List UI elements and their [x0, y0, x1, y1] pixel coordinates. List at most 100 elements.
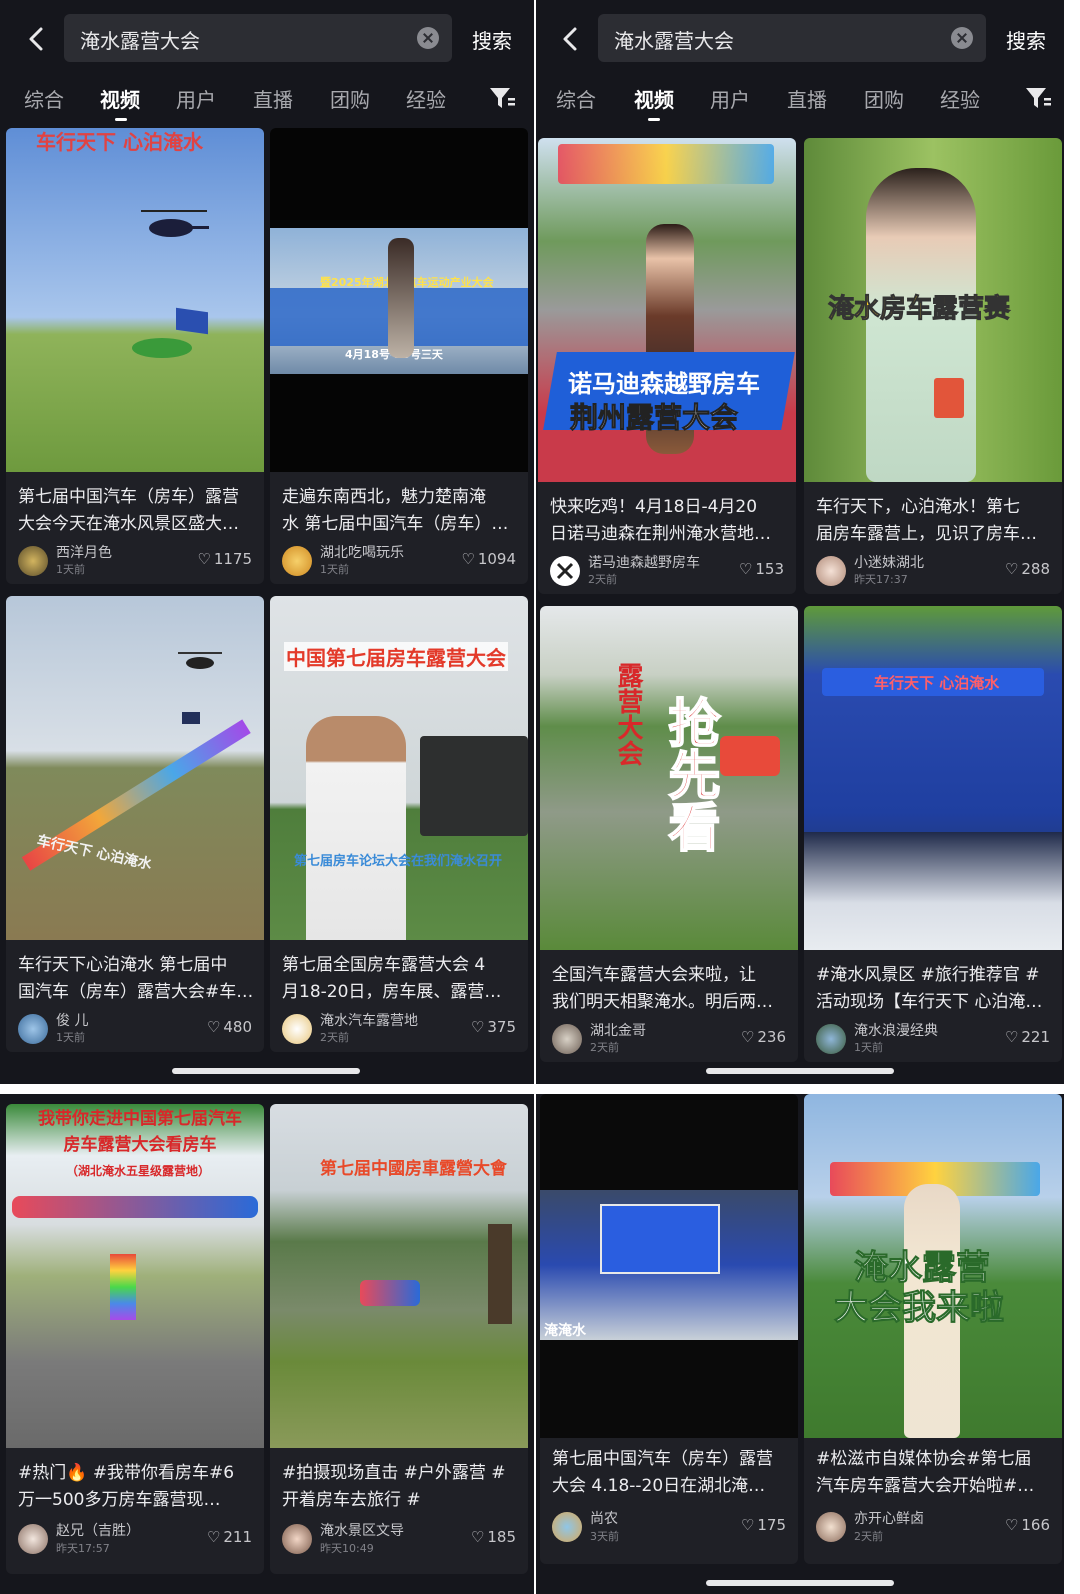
tab-group-buy[interactable]: 团购 [330, 84, 370, 113]
author-avatar[interactable] [18, 546, 48, 576]
author-name[interactable]: 俊 儿 [56, 1010, 88, 1030]
author-avatar[interactable] [282, 1524, 312, 1554]
video-card[interactable]: 淹水房车露营赛 车行天下，心泊淹水！第七 届房车露营上，见识了房车… 小迷妹湖北… [804, 138, 1062, 594]
video-card[interactable]: 车行天下 心泊淹水 #淹水风景区 #旅行推荐官 # 活动现场【车行天下 心泊淹…… [804, 606, 1062, 1062]
video-card[interactable]: 暨2025年湖北省汽车运动产业大会 4月18号-20号三天 走遍东南西北，魅力楚… [270, 128, 528, 584]
video-card[interactable]: 淹水露营 大会我来啦 #松滋市自媒体协会#第七届 汽车房车露营大会开始啦#… 亦… [804, 1094, 1062, 1564]
post-time: 2天前 [590, 1041, 619, 1054]
author-avatar[interactable] [282, 1014, 312, 1044]
back-arrow-icon[interactable] [556, 24, 586, 54]
search-input[interactable]: 淹水露营大会 [598, 14, 986, 62]
author-avatar[interactable] [816, 556, 846, 586]
video-card[interactable]: 车行天下 心泊淹水 第七届中国汽车（房车）露营 大会今天在淹水风景区盛大… 西洋… [6, 128, 264, 584]
tab-users[interactable]: 用户 [710, 84, 750, 113]
author-name[interactable]: 西洋月色 [56, 542, 112, 562]
back-arrow-icon[interactable] [22, 24, 52, 54]
tab-video[interactable]: 视频 [634, 84, 674, 113]
author-avatar[interactable] [552, 1024, 582, 1054]
video-title: 第七届中国汽车（房车）露营 大会 4.18--20日在湖北淹… [552, 1449, 773, 1496]
heart-icon: ♡ [206, 1018, 221, 1036]
search-button[interactable]: 搜索 [472, 25, 512, 54]
author-avatar[interactable] [816, 1512, 846, 1542]
author-name[interactable]: 尚农 [590, 1508, 618, 1528]
video-thumbnail: 中国第七届房车露营大会 第七届房车论坛大会在我们淹水召开 [270, 596, 528, 940]
author-name[interactable]: 湖北吃喝玩乐 [320, 542, 404, 562]
video-card[interactable]: 中国第七届房车露营大会 第七届房车论坛大会在我们淹水召开 第七届全国房车露营大会… [270, 596, 528, 1052]
heart-icon: ♡ [470, 1528, 485, 1546]
author-name[interactable]: 诺马迪森越野房车 [588, 552, 700, 572]
video-title: #淹水风景区 #旅行推荐官 # 活动现场【车行天下 心泊淹… [816, 965, 1043, 1012]
clear-icon[interactable] [951, 27, 973, 49]
tab-live[interactable]: 直播 [787, 84, 827, 113]
video-title: 第七届中国汽车（房车）露营 大会今天在淹水风景区盛大… [18, 487, 239, 534]
video-thumbnail: 车行天下 心泊淹水 [804, 606, 1062, 950]
author-name[interactable]: 亦开心鲜卤 [854, 1508, 924, 1528]
tab-video[interactable]: 视频 [100, 84, 140, 113]
video-title: #松滋市自媒体协会#第七届 汽车房车露营大会开始啦#… [816, 1449, 1035, 1496]
author-avatar[interactable] [282, 546, 312, 576]
search-header: 淹水露营大会 搜索 综合 视频 用户 直播 团购 经验 [0, 0, 534, 128]
like-count[interactable]: ♡ 288 [1005, 560, 1050, 578]
thumbnail-subcaption: 大会我来啦 [834, 1288, 1005, 1329]
like-count[interactable]: ♡ 236 [741, 1028, 786, 1046]
search-button[interactable]: 搜索 [1006, 25, 1046, 54]
author-name[interactable]: 淹水汽车露营地 [320, 1010, 418, 1030]
thumbnail-caption: 中国第七届房车露营大会 [284, 642, 508, 671]
author-avatar[interactable] [18, 1524, 48, 1554]
thumbnail-caption: 车行天下 心泊淹水 [36, 130, 203, 154]
like-count[interactable]: ♡ 1094 [461, 550, 516, 568]
author-name[interactable]: 湖北金哥 [590, 1020, 646, 1040]
results-panel-top-right: 淹水露营大会 搜索 综合 视频 用户 直播 团购 经验 诺马迪森越野房车 荆州露… [536, 0, 1064, 1084]
helicopter-icon [178, 652, 222, 669]
like-count[interactable]: ♡ 185 [471, 1528, 516, 1546]
like-count[interactable]: ♡ 480 [207, 1018, 252, 1036]
video-thumbnail: 淹淹水 [540, 1094, 798, 1438]
results-panel-bottom-right: 淹淹水 第七届中国汽车（房车）露营 大会 4.18--20日在湖北淹… 尚农 3… [536, 1094, 1064, 1594]
tab-experience[interactable]: 经验 [940, 84, 980, 113]
author-avatar[interactable] [550, 556, 580, 586]
author-name[interactable]: 小迷妹湖北 [854, 552, 924, 572]
filter-icon[interactable] [1024, 86, 1052, 110]
post-time: 昨天10:49 [320, 1542, 374, 1555]
like-count[interactable]: ♡ 211 [207, 1528, 252, 1546]
video-card[interactable]: 第七届中國房車露營大會 #拍摄现场直击 #户外露营 # 开着房车去旅行 # 淹水… [270, 1104, 528, 1574]
tab-general[interactable]: 综合 [556, 84, 596, 113]
video-card[interactable]: 露营大会 抢先看 全国汽车露营大会来啦，让 我们明天相聚淹水。明后两… 湖北金哥… [540, 606, 798, 1062]
filter-icon[interactable] [488, 86, 516, 110]
tab-experience[interactable]: 经验 [406, 84, 446, 113]
author-avatar[interactable] [18, 1014, 48, 1044]
thumbnail-caption: 淹水房车露营赛 [827, 294, 1011, 325]
video-card[interactable]: 我带你走进中国第七届汽车房车露营大会看房车 （湖北淹水五星级露营地） #热门🔥 … [6, 1104, 264, 1574]
video-card[interactable]: 车行天下 心泊淹水 车行天下心泊淹水 第七届中 国汽车（房车）露营大会#车… 俊… [6, 596, 264, 1052]
author-avatar[interactable] [816, 1024, 846, 1054]
like-count[interactable]: ♡ 1175 [197, 550, 252, 568]
like-count[interactable]: ♡ 221 [1005, 1028, 1050, 1046]
tab-live[interactable]: 直播 [253, 84, 293, 113]
video-title: 快来吃鸡！4月18日-4月20 日诺马迪森在荆州淹水营地… [550, 497, 771, 544]
video-thumbnail: 淹水房车露营赛 [804, 138, 1062, 482]
author-name[interactable]: 淹水浪漫经典 [854, 1020, 938, 1040]
author-name[interactable]: 赵兄（吉胜） [56, 1520, 140, 1540]
like-count[interactable]: ♡ 175 [741, 1516, 786, 1534]
like-count[interactable]: ♡ 375 [471, 1018, 516, 1036]
post-time: 3天前 [590, 1530, 619, 1543]
search-query: 淹水露营大会 [80, 29, 200, 53]
results-panel-bottom-left: 我带你走进中国第七届汽车房车露营大会看房车 （湖北淹水五星级露营地） #热门🔥 … [0, 1094, 534, 1594]
post-time: 1天前 [56, 563, 85, 576]
result-tabs: 综合 视频 用户 直播 团购 经验 [0, 80, 534, 121]
like-count[interactable]: ♡ 166 [1005, 1516, 1050, 1534]
author-avatar[interactable] [552, 1512, 582, 1542]
tab-users[interactable]: 用户 [176, 84, 216, 113]
tab-group-buy[interactable]: 团购 [864, 84, 904, 113]
heart-icon: ♡ [738, 560, 753, 578]
video-card[interactable]: 淹淹水 第七届中国汽车（房车）露营 大会 4.18--20日在湖北淹… 尚农 3… [540, 1094, 798, 1564]
results-panel-top-left: 淹水露营大会 搜索 综合 视频 用户 直播 团购 经验 车行天下 心泊淹水 第七… [0, 0, 534, 1084]
tab-general[interactable]: 综合 [24, 84, 64, 113]
clear-icon[interactable] [417, 27, 439, 49]
author-name[interactable]: 淹水景区文导 [320, 1520, 404, 1540]
like-count[interactable]: ♡ 153 [739, 560, 784, 578]
video-thumbnail: 车行天下 心泊淹水 [6, 128, 264, 472]
video-card[interactable]: 诺马迪森越野房车 荆州露营大会 快来吃鸡！4月18日-4月20 日诺马迪森在荆州… [538, 138, 796, 594]
search-input[interactable]: 淹水露营大会 [64, 14, 452, 62]
post-time: 昨天17:57 [56, 1542, 110, 1555]
